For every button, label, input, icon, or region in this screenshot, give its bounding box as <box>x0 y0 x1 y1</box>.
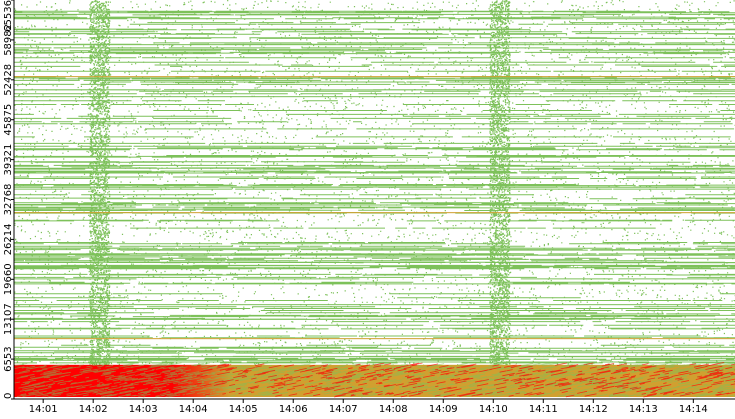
activity-line-accent <box>14 356 735 358</box>
y-tick-label: 19660 <box>3 263 14 295</box>
y-tick-label: 13107 <box>3 303 14 335</box>
y-tick-label: 52428 <box>3 64 14 96</box>
y-tick-label: 65536 <box>3 0 14 32</box>
x-tick-label: 14:04 <box>179 404 208 415</box>
activity-line-accent <box>14 212 735 214</box>
x-tick-label: 14:09 <box>429 404 458 415</box>
activity-line-accent <box>14 44 735 46</box>
y-tick-label: 0 <box>3 393 14 399</box>
x-tick-label: 14:05 <box>229 404 258 415</box>
y-tick-label: 39321 <box>3 144 14 176</box>
x-tick-label: 14:10 <box>479 404 508 415</box>
y-tick-label: 32768 <box>3 184 14 216</box>
activity-line-accent <box>14 76 735 78</box>
x-tick-label: 14:02 <box>79 404 108 415</box>
x-tick-label: 14:06 <box>279 404 308 415</box>
y-tick-label: 6553 <box>3 346 14 371</box>
activity-line-accent <box>14 338 735 340</box>
x-tick-label: 14:01 <box>29 404 58 415</box>
x-tick-label: 14:08 <box>379 404 408 415</box>
x-tick-label: 14:13 <box>629 404 658 415</box>
port-activity-heatmap: 14:01 14:02 14:03 14:04 14:05 14:06 14:07 14:08… <box>0 0 735 415</box>
x-tick-label: 14:14 <box>679 404 708 415</box>
y-tick-label: 26214 <box>3 223 14 255</box>
x-tick-label: 14:12 <box>579 404 608 415</box>
x-tick-label: 14:03 <box>129 404 158 415</box>
y-axis-ticks: 0 6553 13107 19660 26214 32768 39321 45875 52428… <box>3 0 14 400</box>
x-axis-ticks: 14:01 14:02 14:03 14:04 14:05 14:06 14:07 14:08… <box>29 399 708 415</box>
activity-line-accent <box>14 304 735 306</box>
low-port-band <box>14 362 735 398</box>
heatmap-svg: 14:01 14:02 14:03 14:04 14:05 14:06 14:07 14:08… <box>3 0 735 415</box>
x-tick-label: 14:07 <box>329 404 358 415</box>
y-tick-label: 45875 <box>3 104 14 136</box>
x-tick-label: 14:11 <box>529 404 558 415</box>
activity-line-accent <box>14 96 735 98</box>
